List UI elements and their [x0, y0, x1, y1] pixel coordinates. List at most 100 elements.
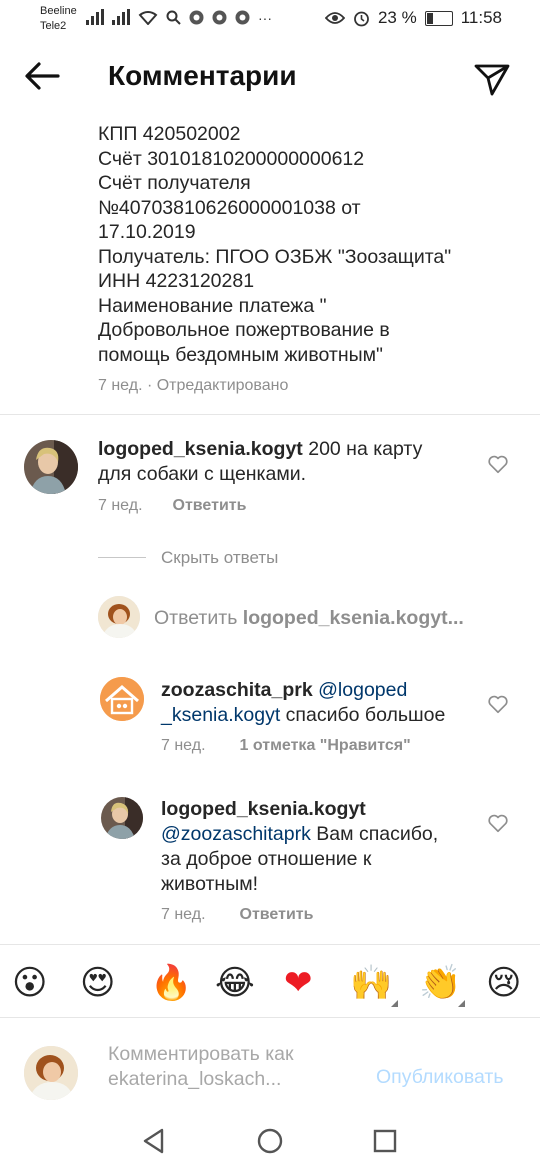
share-button[interactable] — [472, 58, 512, 98]
reply-meta: 7 нед. Ответить — [161, 906, 313, 924]
comment-input-placeholder: ekaterina_loskach... — [108, 1068, 282, 1090]
signal-icon — [112, 9, 130, 25]
wifi-icon — [138, 11, 158, 25]
avatar[interactable] — [100, 677, 144, 721]
emoji-fire[interactable]: 🔥 — [150, 963, 192, 1003]
caption-line: Наименование платежа " — [98, 294, 327, 317]
mention-link[interactable]: @logoped — [318, 679, 407, 701]
hide-replies-button[interactable]: Скрыть ответы — [161, 548, 278, 568]
avatar-photo — [98, 596, 140, 638]
caption-line: Счёт получателя — [98, 172, 251, 194]
comment-input[interactable]: Комментировать как ekaterina_loskach... — [108, 1042, 294, 1092]
avatar — [98, 596, 140, 638]
chrome-icon — [189, 10, 204, 25]
comment-time: 7 нед. — [98, 497, 143, 514]
chrome-icon — [235, 10, 250, 25]
reply-username[interactable]: logoped_ksenia.kogyt — [161, 797, 481, 822]
carrier-1: Beeline — [40, 5, 77, 17]
nav-back-icon[interactable] — [142, 1128, 166, 1154]
signal-icon — [86, 9, 104, 25]
caption-line: №40703810626000001038 от — [98, 196, 361, 219]
mention-link[interactable]: _ksenia.kogyt — [161, 704, 280, 726]
reply-time: 7 нед. — [161, 906, 206, 923]
heart-icon — [488, 455, 508, 474]
skin-tone-indicator — [391, 1000, 398, 1007]
status-icons-right: 23 % 11:58 — [324, 8, 502, 28]
heart-icon — [488, 695, 508, 714]
emoji-tears-of-joy[interactable]: 😂 — [215, 963, 255, 1003]
reply-meta: 7 нед. 1 отметка "Нравится" — [161, 737, 411, 755]
divider — [0, 414, 540, 415]
reply-text: за доброе отношение к — [161, 848, 372, 870]
emoji-reactions-bar: 😮 😍 🔥 😂 ❤ 🙌 👏 😢 — [0, 945, 540, 1017]
like-button[interactable] — [487, 453, 509, 480]
eye-icon — [324, 12, 345, 24]
emoji-heart-eyes[interactable]: 😍 — [80, 963, 115, 1003]
comment-meta: 7 нед. Ответить — [98, 497, 246, 515]
comment-input-placeholder: Комментировать как — [108, 1043, 294, 1065]
avatar-photo — [24, 440, 78, 494]
emoji-clapping[interactable]: 👏 — [419, 963, 461, 1003]
mention-link[interactable]: @zoozaschitaprk — [161, 823, 311, 845]
paper-plane-icon — [474, 64, 510, 96]
emoji-crying[interactable]: 😢 — [486, 963, 521, 1003]
caption-line: 17.10.2019 — [98, 221, 196, 243]
battery-icon — [424, 10, 453, 26]
replies-line — [98, 557, 146, 558]
caption-meta: 7 нед. · Отредактировано — [98, 377, 289, 394]
avatar-photo — [101, 797, 143, 839]
more-notifications-icon: ··· — [258, 10, 272, 26]
comment-body: logoped_ksenia.kogyt 200 на карту для со… — [98, 437, 468, 487]
carrier-2: Tele2 — [40, 20, 67, 32]
alarm-icon — [354, 11, 369, 26]
emoji-raised-hands[interactable]: 🙌 — [350, 963, 392, 1003]
caption-line: Получатель: ПГОО ОЗБЖ "Зоозащита" — [98, 245, 452, 268]
back-button[interactable] — [22, 56, 62, 96]
clock: 11:58 — [460, 8, 502, 27]
caption-line: КПП 420502002 — [98, 123, 241, 145]
status-icons-left: ··· — [86, 9, 272, 25]
carrier-labels: Beeline Tele2 — [40, 4, 77, 34]
reply-button[interactable]: Ответить — [240, 906, 314, 924]
reply-input-prefix: Ответить — [154, 607, 243, 629]
caption-line: Добровольное пожертвование в — [98, 319, 390, 341]
reply-input[interactable]: Ответить logoped_ksenia.kogyt... — [154, 607, 464, 630]
publish-button[interactable]: Опубликовать — [376, 1066, 504, 1089]
comment-text: 200 на карту — [302, 438, 423, 460]
post-caption: КПП 420502002 Счёт 30101810200000000612 … — [98, 122, 498, 367]
reply-username[interactable]: zoozaschita_prk — [161, 679, 313, 701]
chrome-icon — [212, 10, 227, 25]
search-icon — [166, 10, 181, 25]
avatar[interactable] — [24, 440, 78, 494]
reply-text: Вам спасибо, — [310, 823, 439, 845]
likes-count[interactable]: 1 отметка "Нравится" — [240, 737, 411, 755]
caption-line: ИНН 4223120281 — [98, 270, 255, 292]
like-button[interactable] — [487, 693, 509, 720]
system-nav-bar — [0, 1110, 540, 1170]
nav-home-icon[interactable] — [257, 1128, 283, 1154]
comment-text: для собаки с щенками. — [98, 463, 307, 485]
like-button[interactable] — [487, 812, 509, 839]
heart-icon — [488, 814, 508, 833]
avatar[interactable] — [101, 797, 143, 839]
comment-username[interactable]: logoped_ksenia.kogyt — [98, 438, 303, 460]
reply-input-target: logoped_ksenia.kogyt... — [242, 607, 464, 629]
reply-text: спасибо большое — [280, 704, 446, 726]
reply-body: zoozaschita_prk @logoped _ksenia.kogyt с… — [161, 678, 481, 728]
reply-text: животным! — [161, 873, 259, 895]
arrow-left-icon — [25, 62, 60, 90]
reply-button[interactable]: Ответить — [173, 497, 247, 515]
avatar-photo — [24, 1046, 78, 1100]
skin-tone-indicator — [458, 1000, 465, 1007]
avatar — [24, 1046, 78, 1100]
page-title: Комментарии — [108, 60, 297, 91]
divider — [0, 1017, 540, 1018]
caption-line: помощь бездомным животным" — [98, 343, 383, 366]
avatar-photo — [100, 677, 144, 721]
emoji-red-heart[interactable]: ❤ — [284, 963, 313, 1003]
reply-body: logoped_ksenia.kogyt @zoozaschitaprk Вам… — [161, 797, 481, 897]
battery-percent: 23 % — [377, 8, 417, 27]
reply-time: 7 нед. — [161, 737, 206, 754]
nav-recents-icon[interactable] — [373, 1129, 397, 1153]
emoji-surprised[interactable]: 😮 — [12, 963, 47, 1003]
